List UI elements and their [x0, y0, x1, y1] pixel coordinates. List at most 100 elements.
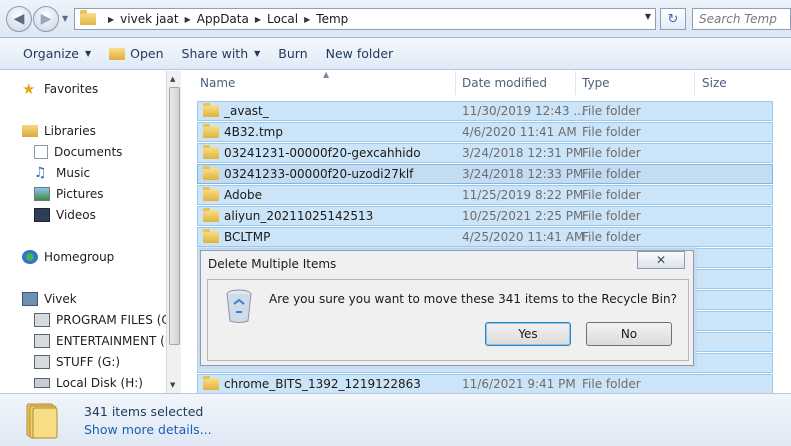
file-row[interactable]: 4B32.tmp 4/6/2020 11:41 AM File folder: [197, 122, 773, 142]
breadcrumb-item[interactable]: AppData: [197, 12, 249, 26]
nav-item-pictures[interactable]: Pictures: [34, 184, 104, 204]
file-row[interactable]: Adobe 11/25/2019 8:22 PM File folder: [197, 185, 773, 205]
chevron-right-icon[interactable]: ▶: [108, 15, 114, 24]
folder-icon: [203, 376, 219, 390]
folder-stack-icon: [26, 403, 58, 439]
nav-item-drive-g[interactable]: STUFF (G:): [34, 352, 120, 372]
nav-item-drive-d[interactable]: ENTERTAINMENT (D: [34, 331, 174, 351]
refresh-button[interactable]: ↻: [660, 8, 686, 30]
file-row[interactable]: _avast_ 11/30/2019 12:43 ... File folder: [197, 101, 773, 121]
drive-icon: [34, 378, 50, 388]
file-name: BCLTMP: [224, 230, 271, 244]
yes-button[interactable]: Yes: [485, 322, 571, 346]
file-name: Adobe: [224, 188, 262, 202]
open-button[interactable]: Open: [100, 42, 172, 66]
new-folder-button[interactable]: New folder: [317, 42, 403, 66]
folder-icon: [203, 208, 219, 222]
folder-icon: [203, 124, 219, 138]
delete-dialog: Delete Multiple Items ✕ Are you sure you…: [200, 250, 694, 366]
nav-scrollbar[interactable]: ▲ ▼: [166, 71, 181, 393]
no-button[interactable]: No: [586, 322, 672, 346]
dialog-title: Delete Multiple Items: [208, 257, 337, 271]
address-dropdown-icon[interactable]: ▼: [645, 12, 651, 21]
file-type: File folder: [582, 230, 641, 244]
file-row[interactable]: BCLTMP 4/25/2020 11:41 AM File folder: [197, 227, 773, 247]
dialog-body: Are you sure you want to move these 341 …: [207, 279, 689, 361]
search-input[interactable]: Search Temp: [692, 8, 791, 30]
nav-item-homegroup[interactable]: Homegroup: [22, 247, 114, 267]
folder-icon: [203, 187, 219, 201]
chevron-right-icon[interactable]: ▶: [304, 15, 310, 24]
nav-item-videos[interactable]: Videos: [34, 205, 96, 225]
scroll-down-icon[interactable]: ▼: [170, 381, 175, 389]
arrow-left-icon: ◀: [13, 11, 25, 27]
file-row[interactable]: 03241231-00000f20-gexcahhido 3/24/2018 1…: [197, 143, 773, 163]
file-type: File folder: [582, 146, 641, 160]
file-type: File folder: [582, 125, 641, 139]
nav-label: Homegroup: [44, 250, 115, 264]
file-type: File folder: [582, 188, 641, 202]
chevron-right-icon[interactable]: ▶: [185, 15, 191, 24]
nav-label: Local Disk (H:): [56, 376, 143, 390]
chevron-right-icon[interactable]: ▶: [255, 15, 261, 24]
new-folder-label: New folder: [325, 46, 394, 61]
file-row[interactable]: 03241233-00000f20-uzodi27klf 3/24/2018 1…: [197, 164, 773, 184]
dialog-close-button[interactable]: ✕: [637, 251, 685, 269]
nav-label: ENTERTAINMENT (D: [56, 334, 175, 348]
nav-item-drive-h[interactable]: Local Disk (H:): [34, 373, 143, 393]
burn-button[interactable]: Burn: [269, 42, 316, 66]
show-more-details-link[interactable]: Show more details...: [84, 422, 212, 437]
file-name: _avast_: [224, 104, 269, 118]
file-type: File folder: [582, 104, 641, 118]
file-name: 03241233-00000f20-uzodi27klf: [224, 167, 414, 181]
column-header-date[interactable]: Date modified: [462, 71, 547, 95]
videos-icon: [34, 208, 50, 222]
share-with-button[interactable]: Share with ▼: [173, 42, 270, 66]
recent-pages-dropdown[interactable]: ▼: [62, 14, 72, 24]
scroll-up-icon[interactable]: ▲: [170, 75, 175, 83]
file-row[interactable]: aliyun_20211025142513 10/25/2021 2:25 PM…: [197, 206, 773, 226]
column-header-size[interactable]: Size: [702, 71, 727, 95]
documents-icon: [34, 145, 48, 159]
file-row[interactable]: chrome_BITS_1392_1219122863 11/6/2021 9:…: [197, 374, 773, 393]
computer-icon: [22, 292, 38, 306]
breadcrumb-item[interactable]: Local: [267, 12, 298, 26]
nav-item-documents[interactable]: Documents: [34, 142, 122, 162]
column-header-type[interactable]: Type: [582, 71, 610, 95]
column-divider[interactable]: [575, 71, 576, 95]
nav-label: Libraries: [44, 124, 96, 138]
organize-button[interactable]: Organize ▼: [14, 42, 100, 66]
forward-button[interactable]: ▶: [33, 6, 59, 32]
pictures-icon: [34, 187, 50, 201]
back-button[interactable]: ◀: [6, 6, 32, 32]
column-divider[interactable]: [694, 71, 695, 95]
drive-icon: [34, 313, 50, 327]
file-date: 3/24/2018 12:33 PM: [462, 167, 584, 181]
column-divider[interactable]: [455, 71, 456, 95]
scroll-thumb[interactable]: [169, 87, 180, 345]
burn-label: Burn: [278, 46, 308, 61]
nav-item-computer[interactable]: Vivek: [22, 289, 77, 309]
address-box[interactable]: ▶ vivek jaat ▶ AppData ▶ Local ▶ Temp ▼: [74, 8, 656, 30]
nav-item-libraries[interactable]: Libraries: [22, 121, 96, 141]
file-date: 3/24/2018 12:31 PM: [462, 146, 584, 160]
homegroup-icon: [22, 250, 38, 264]
breadcrumb-item[interactable]: vivek jaat: [120, 12, 178, 26]
navigation-pane: ★ Favorites Libraries Documents ♫ Music …: [0, 71, 180, 393]
arrow-right-icon: ▶: [40, 11, 52, 27]
nav-item-music[interactable]: ♫ Music: [34, 163, 90, 183]
file-name: chrome_BITS_1392_1219122863: [224, 377, 421, 391]
address-bar-row: ◀ ▶ ▼ ▶ vivek jaat ▶ AppData ▶ Local ▶ T…: [0, 0, 791, 38]
file-type: File folder: [582, 377, 641, 391]
nav-item-drive-c[interactable]: PROGRAM FILES (C:): [34, 310, 178, 330]
breadcrumb-item[interactable]: Temp: [316, 12, 348, 26]
file-date: 4/25/2020 11:41 AM: [462, 230, 585, 244]
drive-icon: [34, 355, 50, 369]
nav-item-favorites[interactable]: ★ Favorites: [22, 79, 98, 99]
open-label: Open: [130, 46, 164, 61]
column-header-name[interactable]: Name: [200, 71, 235, 95]
chevron-down-icon: ▼: [85, 49, 92, 58]
folder-icon: [203, 103, 219, 117]
nav-label: Pictures: [56, 187, 104, 201]
nav-label: Music: [56, 166, 91, 180]
